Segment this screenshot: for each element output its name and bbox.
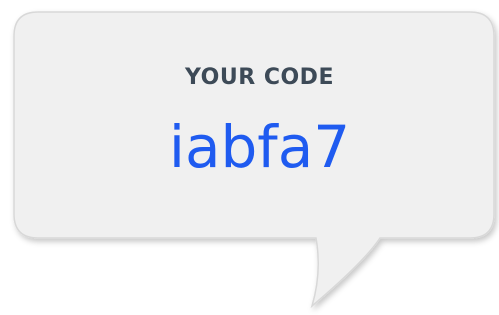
code-value: iabfa7	[168, 113, 351, 181]
your-code-label: YOUR CODE	[185, 65, 334, 90]
code-speech-bubble: YOUR CODE iabfa7	[0, 0, 499, 315]
